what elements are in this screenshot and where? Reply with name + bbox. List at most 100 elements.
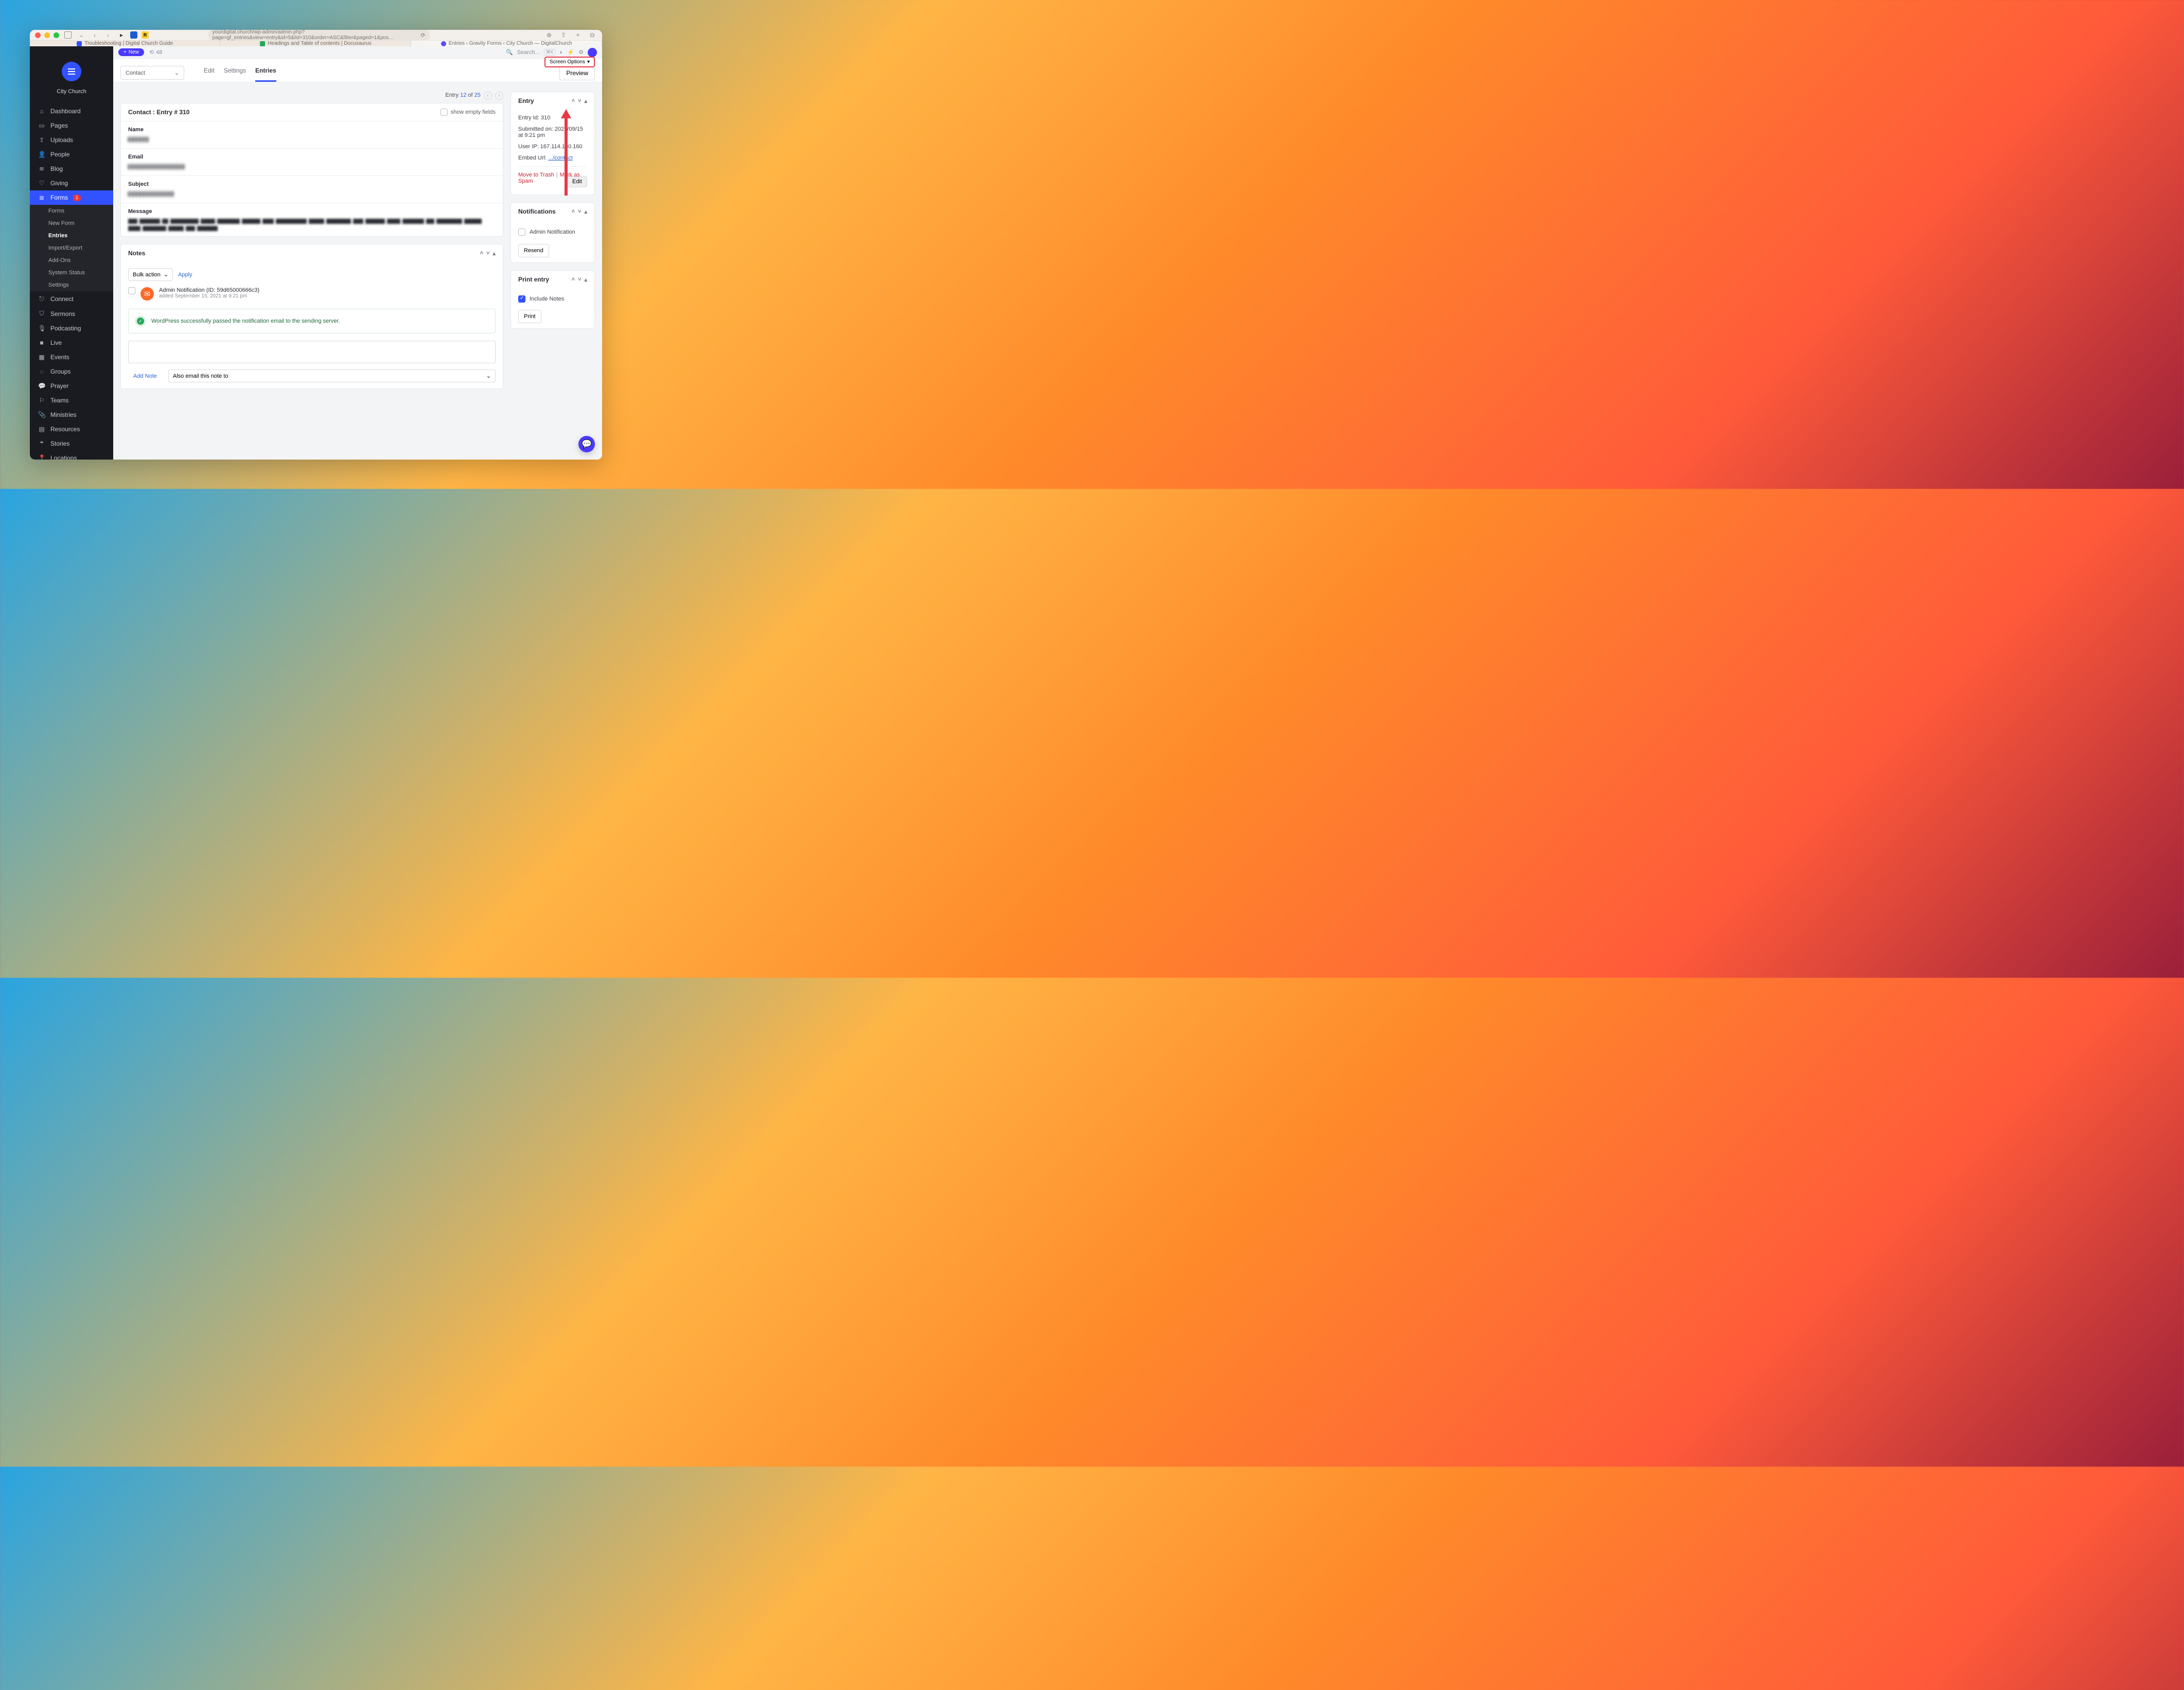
panel-down-icon[interactable]: ˅ [578, 208, 581, 215]
panel-down-icon[interactable]: ˅ [486, 250, 489, 257]
sidebar-item-prayer[interactable]: 💬Prayer [30, 379, 113, 393]
settings-gear-icon[interactable]: ⚙ [578, 49, 584, 56]
note-checkbox[interactable] [128, 287, 135, 294]
browser-tab-0[interactable]: Troubleshooting | Digital Church Guide [30, 41, 221, 46]
sidebar-item-stories[interactable]: ❝Stories [30, 436, 113, 451]
sidebar-subitem-entries[interactable]: Entries [30, 230, 113, 242]
zoom-window-button[interactable] [54, 32, 59, 38]
panel-up-icon[interactable]: ˄ [480, 250, 483, 257]
sidebar-item-sermons[interactable]: ⛉Sermons [30, 306, 113, 321]
bolt-icon[interactable]: ⚡ [567, 49, 574, 56]
sidebar-item-groups[interactable]: ◌Groups [30, 364, 113, 379]
pager-prev[interactable]: ‹ [484, 92, 492, 100]
sidebar-subitem-settings[interactable]: Settings [30, 279, 113, 291]
sidebar-item-forms[interactable]: ≣Forms1 [30, 190, 113, 205]
sidebar-item-locations[interactable]: 📍Locations [30, 451, 113, 460]
entry-submitted: Submitted on: 2021/09/15 at 9:21 pm [518, 126, 587, 138]
pager-next[interactable]: › [495, 92, 503, 100]
forward-button[interactable]: › [103, 30, 113, 40]
note-title: Admin Notification (ID: 59d65000666c3) [159, 287, 259, 293]
sidebar-item-giving[interactable]: ♡Giving [30, 176, 113, 190]
show-empty-toggle[interactable]: show empty fields [441, 109, 496, 116]
sidebar-toggle-icon[interactable] [63, 30, 73, 40]
preview-button[interactable]: Preview [559, 66, 595, 80]
tabs-overview-icon[interactable]: ⧉ [588, 30, 597, 40]
downloads-icon[interactable]: ⊕ [544, 30, 554, 40]
panel-collapse-icon[interactable]: ▴ [584, 98, 587, 104]
sidebar-item-uploads[interactable]: ⇪Uploads [30, 133, 113, 147]
brand-logo[interactable] [62, 62, 81, 81]
panel-down-icon[interactable]: ˅ [578, 98, 581, 104]
panel-up-icon[interactable]: ˄ [572, 98, 575, 104]
search-input[interactable]: Search... [517, 49, 540, 56]
extension-icon-2[interactable] [130, 31, 137, 39]
sidebar-item-events[interactable]: ▦Events [30, 350, 113, 364]
sidebar-item-connect[interactable]: ⎋Connect [30, 291, 113, 306]
reload-icon[interactable]: ⟳ [420, 32, 425, 39]
sidebar-item-dashboard[interactable]: ⌂Dashboard [30, 104, 113, 118]
print-button[interactable]: Print [518, 310, 541, 323]
tab-entries[interactable]: Entries [255, 64, 276, 82]
pager-current[interactable]: 12 [460, 92, 466, 98]
nav-label: Stories [50, 440, 69, 447]
notification-checkbox[interactable] [518, 228, 525, 236]
panel-down-icon[interactable]: ˅ [578, 276, 581, 283]
sidebar-item-pages[interactable]: ▭Pages [30, 118, 113, 133]
sidebar-subitem-new-form[interactable]: New Form [30, 217, 113, 230]
panel-collapse-icon[interactable]: ▴ [584, 276, 587, 283]
sidebar-item-teams[interactable]: ⚐Teams [30, 393, 113, 408]
share-icon[interactable]: ⇪ [559, 30, 568, 40]
sidebar-subitem-forms[interactable]: Forms [30, 205, 113, 217]
panel-collapse-icon[interactable]: ▴ [584, 208, 587, 215]
tab-settings[interactable]: Settings [224, 64, 246, 82]
chat-launcher[interactable]: 💬 [578, 436, 595, 452]
sidebar-subitem-add-ons[interactable]: Add-Ons [30, 254, 113, 267]
back-button[interactable]: ‹ [90, 30, 99, 40]
new-tab-icon[interactable]: + [573, 30, 583, 40]
browser-tab-2[interactable]: Entries ‹ Gravity Forms ‹ City Church — … [411, 41, 602, 46]
browser-tab-1[interactable]: Headings and Table of contents | Docusau… [221, 41, 412, 46]
revision-count[interactable]: ⟲ 48 [149, 49, 162, 56]
address-bar[interactable]: yourdigital.church/wp-admin/admin.php?pa… [208, 30, 430, 40]
user-avatar[interactable] [588, 48, 597, 57]
sidebar-subitem-system-status[interactable]: System Status [30, 267, 113, 279]
theme-toggle-icon[interactable]: ◐ [560, 49, 563, 56]
sidebar-subitem-import-export[interactable]: Import/Export [30, 242, 113, 254]
nav-icon: ⇪ [38, 136, 45, 144]
sidebar-item-ministries[interactable]: 📎Ministries [30, 408, 113, 422]
sidebar-item-podcasting[interactable]: 🎙Podcasting [30, 321, 113, 336]
sidebar-item-live[interactable]: ■Live [30, 336, 113, 350]
add-note-button[interactable]: Add Note [128, 370, 162, 382]
email-note-select[interactable]: Also email this note to ⌄ [168, 369, 496, 382]
sidebar-item-people[interactable]: 👤People [30, 147, 113, 162]
nav-label: Giving [50, 180, 68, 187]
minimize-window-button[interactable] [44, 32, 50, 38]
close-window-button[interactable] [35, 32, 41, 38]
panel-up-icon[interactable]: ˄ [572, 276, 575, 283]
move-to-trash[interactable]: Move to Trash [518, 172, 554, 178]
extension-icon-3[interactable]: R [142, 31, 149, 39]
chevron-down-icon: ⌄ [174, 69, 179, 76]
tab-edit[interactable]: Edit [204, 64, 215, 82]
note-textarea[interactable] [128, 341, 496, 363]
pager-total[interactable]: 25 [474, 92, 481, 98]
bulk-action-select[interactable]: Bulk action ⌄ [128, 268, 173, 281]
resend-button[interactable]: Resend [518, 244, 549, 257]
panel-up-icon[interactable]: ˄ [572, 208, 575, 215]
tab-dropdown-icon[interactable]: ⌄ [77, 30, 86, 40]
apply-link[interactable]: Apply [178, 272, 192, 278]
new-button[interactable]: + New [118, 48, 144, 56]
nav-label: Live [50, 339, 62, 346]
admin-sidebar: City Church ⌂Dashboard▭Pages⇪Uploads👤Peo… [30, 46, 113, 460]
note-meta: added September 15, 2021 at 9:21 pm [159, 293, 259, 299]
embed-link[interactable]: .../contact [548, 155, 573, 161]
sidebar-item-resources[interactable]: ▤Resources [30, 422, 113, 436]
sidebar-item-blog[interactable]: ≋Blog [30, 162, 113, 176]
panel-collapse-icon[interactable]: ▴ [492, 250, 496, 257]
screen-options-button[interactable]: Screen Options ▾ [544, 57, 595, 67]
nav-label: Prayer [50, 382, 68, 390]
include-notes-checkbox[interactable] [518, 295, 525, 303]
extension-icon-1[interactable]: ▸ [117, 30, 126, 40]
form-selector[interactable]: Contact ⌄ [120, 66, 184, 80]
tab-favicon [260, 41, 265, 46]
